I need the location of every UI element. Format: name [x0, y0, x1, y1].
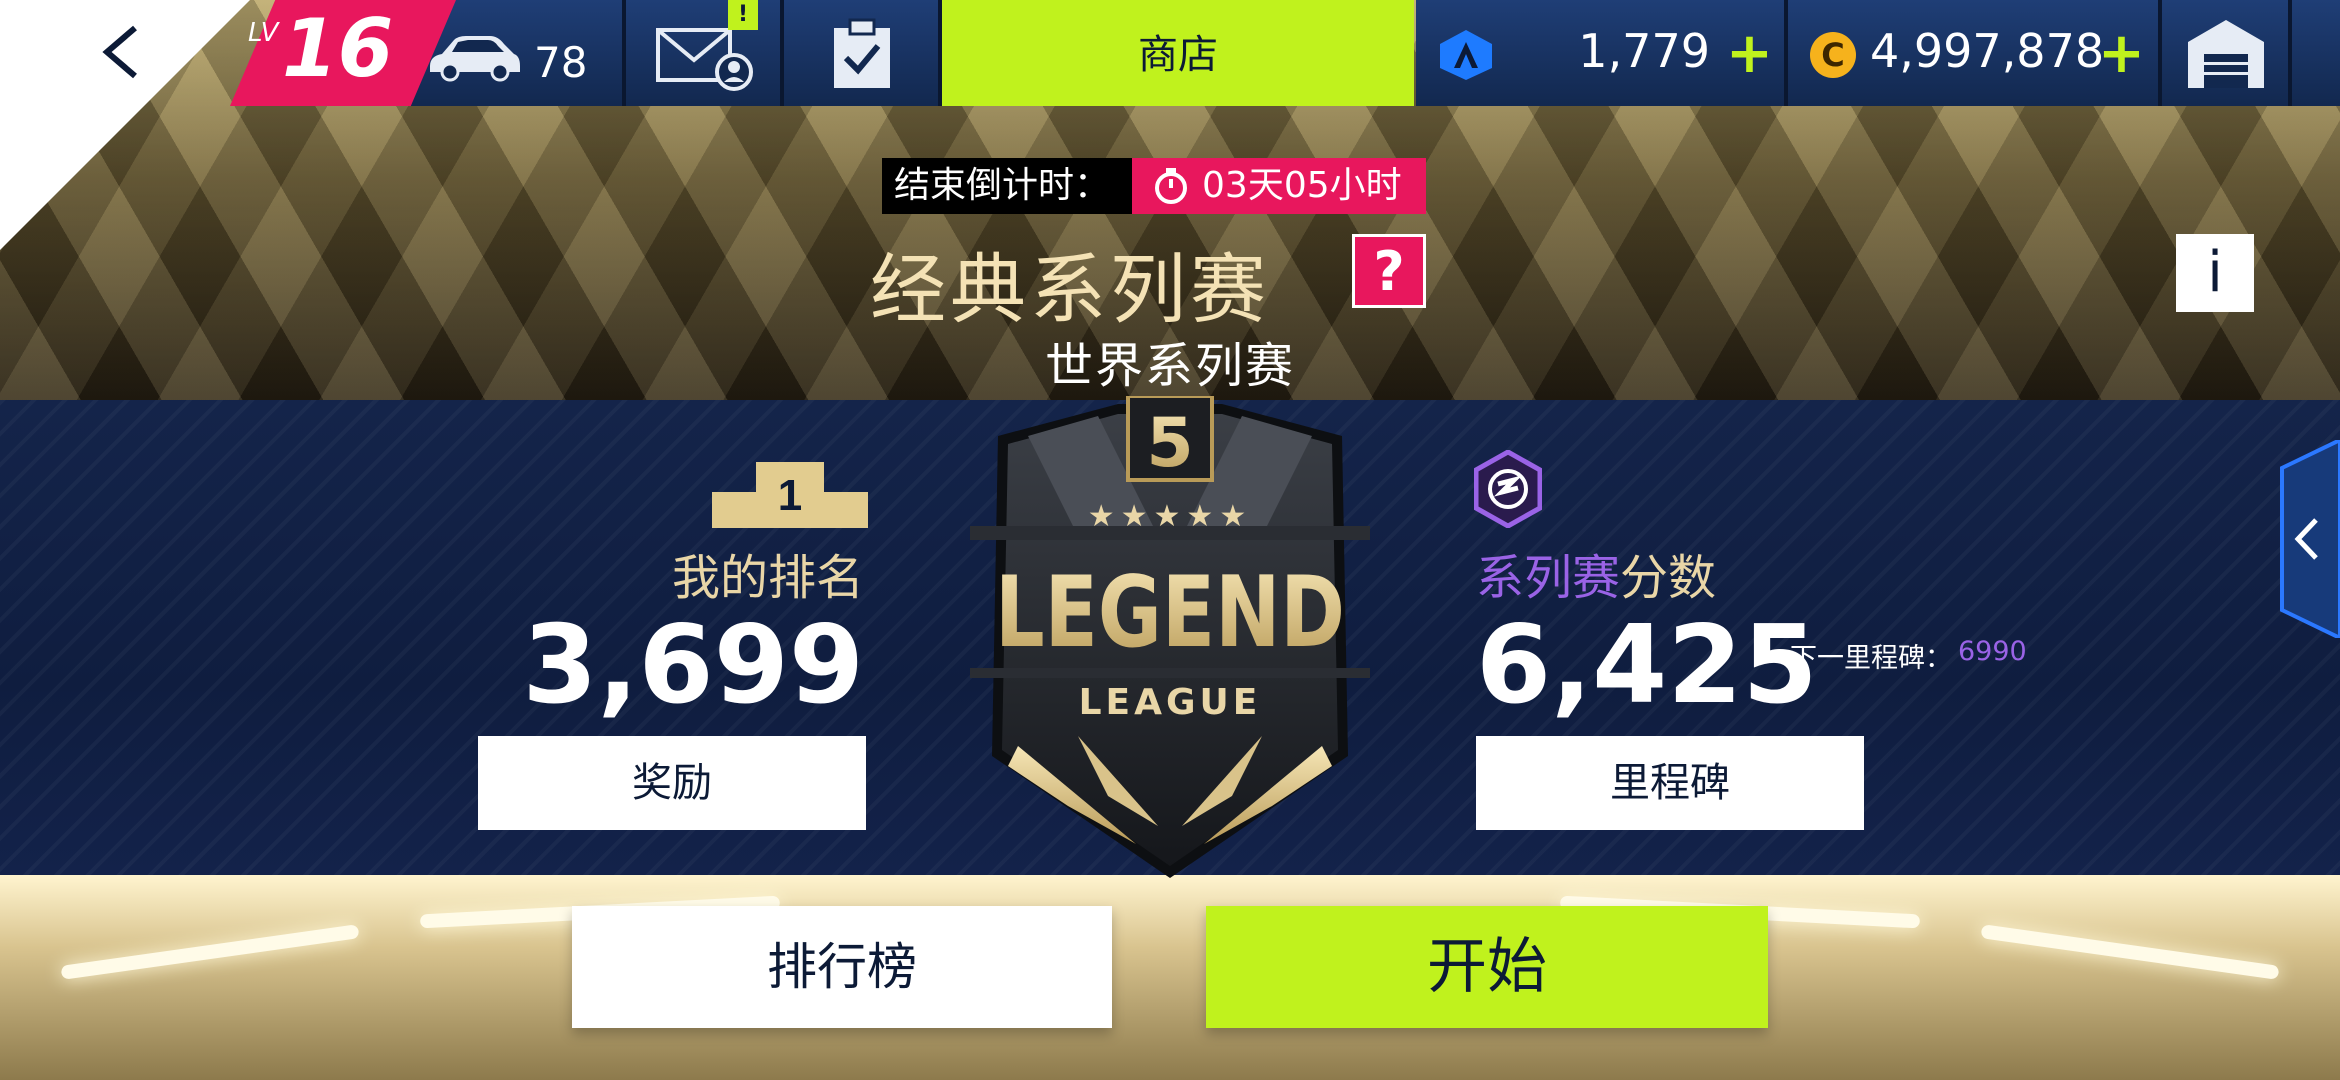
- tokens-value: 1,779: [1578, 24, 1710, 78]
- series-badge-icon: [1474, 450, 1542, 528]
- my-rank-label: 我的排名: [671, 550, 864, 606]
- event-subtitle: 世界系列赛: [1044, 338, 1295, 394]
- cars-count: 78: [534, 38, 588, 87]
- info-button[interactable]: i: [2176, 234, 2254, 312]
- topbar-end-cap: [2292, 0, 2340, 106]
- clipboard-check-icon: [834, 18, 890, 88]
- emblem-title: LEGEND: [995, 556, 1345, 670]
- add-credits-button[interactable]: +: [2098, 26, 2145, 82]
- next-milestone-value: 6990: [1958, 636, 2027, 667]
- next-milestone-label: 下一里程碑：: [1790, 643, 1952, 674]
- credits-value: 4,997,878: [1870, 24, 2105, 78]
- start-button[interactable]: 开始: [1206, 906, 1768, 1028]
- event-countdown: 结束倒计时： 03天05小时: [882, 158, 1426, 214]
- add-tokens-button[interactable]: +: [1726, 26, 1773, 82]
- leaderboard-button[interactable]: 排行榜: [572, 906, 1112, 1028]
- legend-league-emblem: 5 ★★★★★ LEGEND LEAGUE: [970, 396, 1370, 878]
- event-title: 经典系列赛: [870, 245, 1270, 334]
- series-score-value: 6,425: [1476, 603, 1818, 728]
- help-button[interactable]: ?: [1352, 234, 1426, 308]
- countdown-timer: 03天05小时: [1132, 158, 1426, 214]
- decor-light: [60, 924, 360, 980]
- garage-home-icon: [2188, 20, 2264, 88]
- side-panel-tab[interactable]: [2276, 440, 2340, 638]
- level-prefix: LV: [248, 18, 279, 48]
- decor-light: [1980, 924, 2280, 980]
- token-icon: [1440, 30, 1492, 80]
- podium-number: 1: [778, 471, 802, 520]
- podium-icon: 1: [712, 462, 868, 528]
- series-score-label-rest: 分数: [1620, 550, 1717, 606]
- background-arena-floor: [0, 875, 2340, 1080]
- mail-profile-icon: [656, 28, 753, 91]
- series-score-label: 系列赛分数: [1476, 538, 1716, 608]
- rewards-button[interactable]: 奖励: [478, 736, 866, 830]
- countdown-value: 03天05小时: [1202, 165, 1402, 206]
- milestones-button[interactable]: 里程碑: [1476, 736, 1864, 830]
- emblem-subtitle: LEAGUE: [1079, 682, 1262, 723]
- chevron-left-icon[interactable]: [95, 22, 147, 82]
- mail-notification-badge: !: [728, 0, 758, 30]
- stopwatch-icon: [1155, 168, 1188, 204]
- tier-number: 5: [1146, 404, 1193, 483]
- emblem-stars: ★★★★★: [1088, 499, 1252, 534]
- series-score-label-accent: 系列赛: [1476, 550, 1621, 606]
- level-number: 16: [282, 2, 394, 95]
- credits-coin-icon: C: [1810, 32, 1856, 78]
- countdown-label: 结束倒计时：: [882, 158, 1133, 214]
- top-bar: 78 LV 16 ! 商店 1,779 + C 4,997,878 +: [0, 0, 2340, 250]
- my-rank-value: 3,699: [522, 603, 864, 728]
- tab-shop[interactable]: 商店: [942, 0, 1414, 106]
